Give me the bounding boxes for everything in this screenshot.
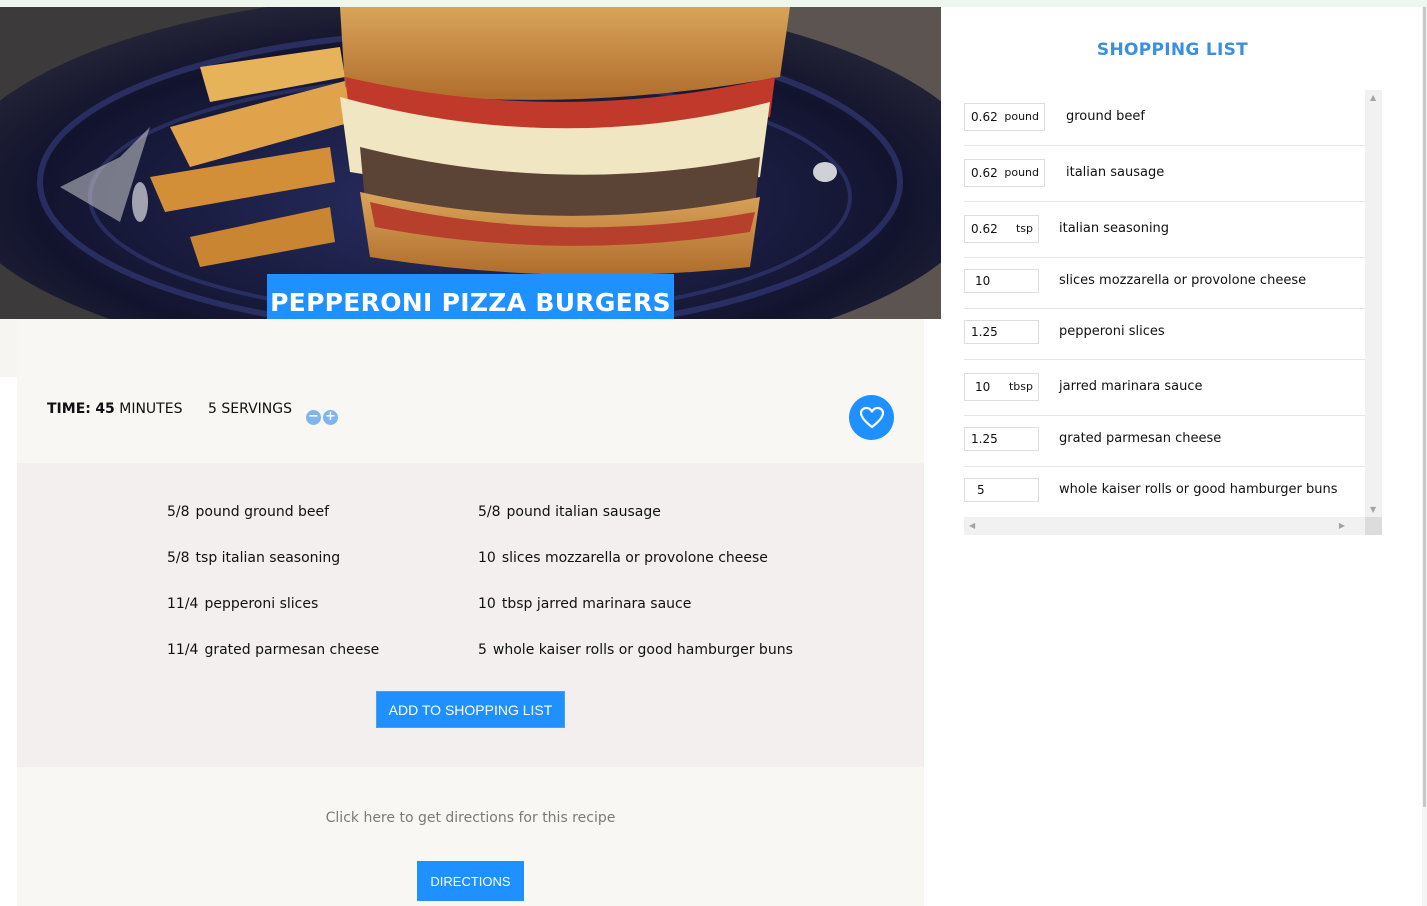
- scroll-right-icon[interactable]: ▶: [1339, 521, 1345, 530]
- horizontal-scrollbar[interactable]: ◀ ▶: [964, 517, 1365, 535]
- shopping-list-title: SHOPPING LIST: [1096, 40, 1249, 60]
- quantity-field[interactable]: 1.25: [964, 320, 1039, 344]
- shopping-list-row: 10 tbsp jarred marinara sauce: [964, 360, 1365, 416]
- ingredient-item: 5 whole kaiser rolls or good hamburger bu…: [478, 642, 793, 658]
- recipe-time: TIME: 45 MINUTES: [47, 401, 182, 417]
- time-unit: MINUTES: [119, 401, 183, 417]
- item-name: jarred marinara sauce: [1059, 379, 1203, 394]
- quantity-field[interactable]: 5: [964, 478, 1039, 502]
- quantity-field[interactable]: 0.62 pound: [964, 159, 1045, 187]
- heart-icon: [859, 406, 884, 428]
- servings-value: 5: [208, 401, 217, 417]
- time-value: 45: [95, 401, 115, 417]
- shopping-list-panel: SHOPPING LIST 0.62 pound ground beef 0.62…: [941, 7, 1427, 906]
- item-name: italian sausage: [1066, 165, 1165, 180]
- time-label: TIME:: [47, 401, 91, 417]
- shopping-list-row: 0.62 pound ground beef: [964, 90, 1365, 146]
- shopping-list-row: 0.62 pound italian sausage: [964, 146, 1365, 202]
- scroll-down-icon[interactable]: ▼: [1370, 505, 1376, 514]
- shopping-list-box: 0.62 pound ground beef 0.62 pound italian …: [964, 90, 1382, 535]
- directions-section: Click here to get directions for this re…: [17, 767, 924, 906]
- recipe-info-bar: TIME: 45 MINUTES 5 SERVINGS − +: [17, 319, 924, 463]
- scroll-up-icon[interactable]: ▲: [1370, 93, 1376, 102]
- item-name: whole kaiser rolls or good hamburger bun…: [1059, 482, 1338, 497]
- ingredient-item: 11/4 pepperoni slices: [167, 596, 319, 612]
- ingredients-section: 5/8 pound ground beef 5/8 pound italian sa…: [17, 463, 924, 767]
- quantity-field[interactable]: 1.25: [964, 427, 1039, 451]
- item-name: slices mozzarella or provolone cheese: [1059, 273, 1307, 288]
- favorite-button[interactable]: [849, 395, 894, 440]
- ingredient-item: 5/8 tsp italian seasoning: [167, 550, 341, 566]
- ingredient-item: 11/4 grated parmesan cheese: [167, 642, 380, 658]
- scroll-corner: [1365, 517, 1382, 535]
- ingredient-item: 10 tbsp jarred marinara sauce: [478, 596, 692, 612]
- directions-prompt: Click here to get directions for this re…: [325, 810, 616, 826]
- recipe-servings: 5 SERVINGS: [208, 401, 292, 417]
- side-strip: [0, 319, 17, 377]
- page-scroll-thumb[interactable]: [1423, 7, 1426, 807]
- item-name: pepperoni slices: [1059, 324, 1165, 339]
- ingredient-item: 5/8 pound italian sausage: [478, 504, 661, 520]
- minus-icon[interactable]: −: [306, 410, 321, 425]
- quantity-field[interactable]: 10: [964, 269, 1039, 293]
- item-name: italian seasoning: [1059, 221, 1170, 236]
- shopping-list-row: 10 slices mozzarella or provolone cheese: [964, 258, 1365, 309]
- shopping-list-row: 1.25 pepperoni slices: [964, 309, 1365, 360]
- item-name: grated parmesan cheese: [1059, 431, 1222, 446]
- servings-label: SERVINGS: [221, 401, 292, 417]
- vertical-scrollbar[interactable]: ▲ ▼: [1365, 90, 1382, 517]
- recipe-hero-image: [0, 7, 941, 319]
- shopping-list-row: 5 whole kaiser rolls or good hamburger b…: [964, 467, 1365, 517]
- quantity-field[interactable]: 0.62 tsp: [964, 215, 1039, 243]
- plus-icon[interactable]: +: [323, 410, 338, 425]
- recipe-panel: PEPPERONI PIZZA BURGERS TIME: 45 MINUTES…: [0, 7, 941, 906]
- top-border: [0, 0, 1427, 7]
- quantity-field[interactable]: 10 tbsp: [964, 373, 1039, 401]
- item-name: ground beef: [1066, 109, 1145, 124]
- add-to-shopping-list-button[interactable]: ADD TO SHOPPING LIST: [376, 691, 565, 728]
- ingredient-item: 10 slices mozzarella or provolone cheese: [478, 550, 768, 566]
- shopping-list-row: 1.25 grated parmesan cheese: [964, 416, 1365, 467]
- ingredient-item: 5/8 pound ground beef: [167, 504, 330, 520]
- scroll-left-icon[interactable]: ◀: [969, 521, 975, 530]
- directions-button[interactable]: DIRECTIONS: [417, 861, 524, 901]
- page-scrollbar[interactable]: [1422, 7, 1427, 906]
- shopping-list[interactable]: 0.62 pound ground beef 0.62 pound italian …: [964, 90, 1365, 517]
- shopping-list-row: 0.62 tsp italian seasoning: [964, 202, 1365, 258]
- quantity-field[interactable]: 0.62 pound: [964, 103, 1045, 131]
